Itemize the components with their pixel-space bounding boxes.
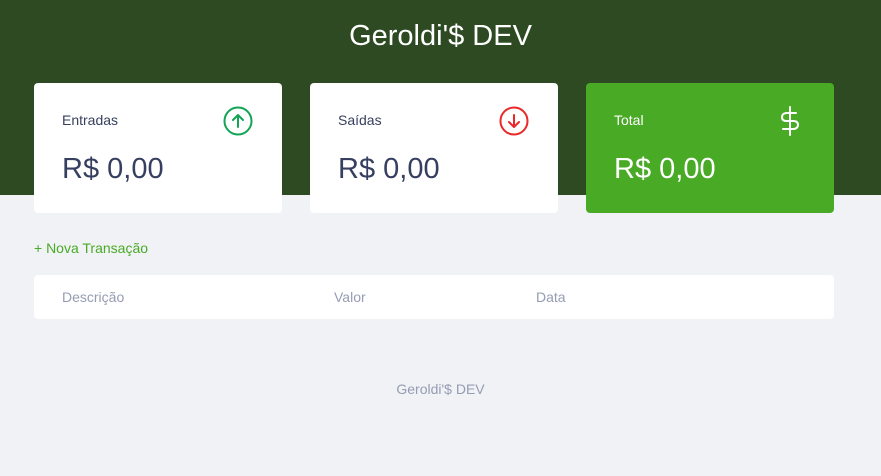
arrow-up-circle-icon bbox=[223, 106, 253, 136]
income-label: Entradas bbox=[62, 112, 119, 128]
expense-label: Saídas bbox=[338, 112, 382, 128]
total-value: R$ 0,00 bbox=[614, 153, 716, 185]
income-card: Entradas R$ 0,00 bbox=[34, 83, 282, 213]
arrow-down-circle-icon bbox=[499, 106, 529, 136]
new-transaction-link[interactable]: + Nova Transação bbox=[34, 240, 148, 256]
column-header-date: Data bbox=[536, 289, 566, 305]
app-title: Geroldi'$ DEV bbox=[349, 20, 532, 52]
footer-text: Geroldi'$ DEV bbox=[396, 381, 485, 397]
expense-card: Saídas R$ 0,00 bbox=[310, 83, 558, 213]
column-header-description: Descrição bbox=[62, 289, 125, 305]
page-footer: Geroldi'$ DEV bbox=[0, 381, 881, 397]
total-label: Total bbox=[614, 112, 644, 128]
transactions-table: Descrição Valor Data bbox=[34, 275, 834, 319]
dollar-sign-icon bbox=[781, 106, 799, 136]
income-value: R$ 0,00 bbox=[62, 153, 164, 185]
total-card: Total R$ 0,00 bbox=[586, 83, 834, 213]
column-header-value: Valor bbox=[334, 289, 366, 305]
expense-value: R$ 0,00 bbox=[338, 153, 440, 185]
